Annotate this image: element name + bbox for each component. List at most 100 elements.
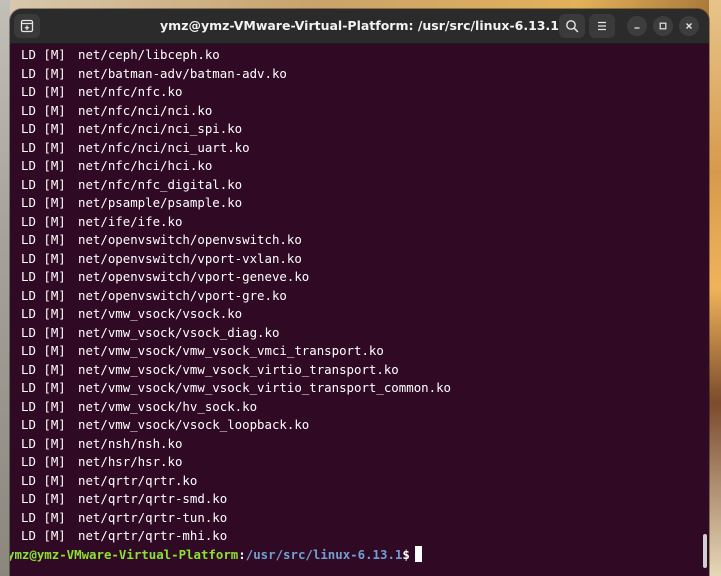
build-tag: LD [M]: [21, 250, 66, 266]
module-path: net/qrtr/qrtr.ko: [78, 472, 198, 488]
module-path: net/nfc/nci/nci_uart.ko: [78, 139, 250, 155]
terminal-line: LD [M] net/vmw_vsock/hv_sock.ko: [21, 398, 257, 416]
terminal-line: LD [M] net/vmw_vsock/vsock_diag.ko: [21, 324, 279, 342]
terminal-line: LD [M] net/nfc/nfc_digital.ko: [21, 176, 242, 194]
build-tag: LD [M]: [21, 158, 66, 173]
build-tag: LD [M]: [21, 121, 66, 136]
terminal-line: LD [M] net/vmw_vsock/vmw_vsock_vmci_trans…: [21, 342, 384, 360]
terminal-line: LD [M] net/openvswitch/vport-gre.ko: [21, 287, 287, 305]
module-path: net/qrtr/qrtr-mhi.ko: [78, 528, 228, 543]
minimize-icon: [634, 27, 640, 29]
build-tag: LD [M]: [21, 195, 66, 210]
minimize-button[interactable]: [627, 16, 647, 36]
scrollbar-thumb[interactable]: [703, 534, 707, 568]
module-path: net/hsr/hsr.ko: [78, 454, 183, 469]
build-tag: LD [M]: [21, 84, 66, 99]
search-button[interactable]: [559, 14, 585, 38]
terminal-line: LD [M] net/nfc/nci/nci_uart.ko: [21, 139, 250, 157]
module-path: net/nfc/nfc.ko: [78, 84, 183, 99]
hamburger-menu-icon: [598, 21, 606, 31]
terminal-line: LD [M] net/qrtr/qrtr-smd.ko: [21, 490, 227, 508]
prompt-user-host: ymz@ymz-VMware-Virtual-Platform: [10, 547, 239, 562]
terminal-line: LD [M] net/nfc/nci/nci_spi.ko: [21, 120, 242, 138]
build-tag: LD [M]: [21, 213, 66, 229]
maximize-button[interactable]: [653, 16, 673, 36]
module-path: net/psample/psample.ko: [78, 195, 243, 210]
terminal-line: LD [M] net/vmw_vsock/vmw_vsock_virtio_tra…: [21, 361, 399, 379]
build-tag: LD [M]: [21, 102, 66, 118]
build-tag: LD [M]: [21, 65, 66, 81]
module-path: net/openvswitch/openvswitch.ko: [78, 232, 302, 247]
terminal-line: LD [M] net/nsh/nsh.ko: [21, 435, 182, 453]
module-path: net/vmw_vsock/vsock.ko: [78, 306, 243, 321]
terminal-line: LD [M] net/batman-adv/batman-adv.ko: [21, 65, 287, 83]
build-tag: LD [M]: [21, 269, 66, 284]
desktop-wallpaper-left: [0, 0, 10, 576]
terminal-line: LD [M] net/vmw_vsock/vsock_loopback.ko: [21, 416, 309, 434]
module-path: net/qrtr/qrtr-smd.ko: [78, 491, 228, 506]
menu-button[interactable]: [589, 14, 615, 38]
terminal-line: LD [M] net/qrtr/qrtr-tun.ko: [21, 509, 227, 527]
terminal-line: LD [M] net/ceph/libceph.ko: [21, 46, 220, 64]
module-path: net/vmw_vsock/hv_sock.ko: [78, 398, 258, 414]
build-tag: LD [M]: [21, 343, 66, 358]
module-path: net/vmw_vsock/vsock_loopback.ko: [78, 417, 310, 432]
module-path: net/vmw_vsock/vmw_vsock_vmci_transport.k…: [78, 343, 384, 358]
close-button[interactable]: [679, 16, 699, 36]
terminal-line: LD [M] net/qrtr/qrtr.ko: [21, 472, 197, 490]
build-tag: LD [M]: [21, 435, 66, 451]
terminal-output[interactable]: LD [M] net/ceph/libceph.ko LD [M] net/batma…: [10, 44, 709, 576]
terminal-line: LD [M] net/ife/ife.ko: [21, 213, 182, 231]
module-path: net/openvswitch/vport-vxlan.ko: [78, 250, 302, 266]
close-icon: [686, 23, 692, 29]
build-tag: LD [M]: [21, 491, 66, 506]
build-tag: LD [M]: [21, 417, 66, 432]
terminal-line: LD [M] net/nfc/hci/hci.ko: [21, 157, 212, 175]
terminal-line: LD [M] net/vmw_vsock/vsock.ko: [21, 305, 242, 323]
terminal-line: LD [M] net/nfc/nci/nci.ko: [21, 102, 212, 120]
module-path: net/vmw_vsock/vsock_diag.ko: [78, 324, 280, 340]
module-path: net/ceph/libceph.ko: [78, 47, 220, 62]
module-path: net/nfc/nci/nci.ko: [78, 102, 213, 118]
build-tag: LD [M]: [21, 454, 66, 469]
desktop-wallpaper-right: [709, 0, 721, 576]
title-bar[interactable]: ymz@ymz-VMware-Virtual-Platform: /usr/sr…: [10, 9, 709, 44]
build-tag: LD [M]: [21, 509, 66, 525]
shell-prompt: ymz@ymz-VMware-Virtual-Platform:/usr/src…: [10, 546, 422, 564]
terminal-line: LD [M] net/openvswitch/openvswitch.ko: [21, 231, 302, 249]
terminal-line: LD [M] net/qrtr/qrtr-mhi.ko: [21, 527, 227, 545]
prompt-path: /usr/src/linux-6.13.1: [245, 547, 403, 562]
build-tag: LD [M]: [21, 528, 66, 543]
build-tag: LD [M]: [21, 472, 66, 488]
module-path: net/nfc/nci/nci_spi.ko: [78, 121, 243, 136]
terminal-line: LD [M] net/hsr/hsr.ko: [21, 453, 182, 471]
build-tag: LD [M]: [21, 361, 66, 377]
module-path: net/nfc/nfc_digital.ko: [78, 176, 243, 192]
build-tag: LD [M]: [21, 47, 66, 62]
module-path: net/nfc/hci/hci.ko: [78, 158, 213, 173]
build-tag: LD [M]: [21, 232, 66, 247]
module-path: net/qrtr/qrtr-tun.ko: [78, 509, 228, 525]
build-tag: LD [M]: [21, 287, 66, 303]
module-path: net/vmw_vsock/vmw_vsock_virtio_transport…: [78, 380, 451, 395]
terminal-line: LD [M] net/openvswitch/vport-vxlan.ko: [21, 250, 302, 268]
build-tag: LD [M]: [21, 324, 66, 340]
build-tag: LD [M]: [21, 139, 66, 155]
build-tag: LD [M]: [21, 398, 66, 414]
terminal-line: LD [M] net/openvswitch/vport-geneve.ko: [21, 268, 309, 286]
search-icon: [566, 20, 579, 33]
prompt-dollar: $: [402, 547, 410, 562]
module-path: net/openvswitch/vport-gre.ko: [78, 287, 287, 303]
terminal-line: LD [M] net/nfc/nfc.ko: [21, 83, 182, 101]
build-tag: LD [M]: [21, 306, 66, 321]
build-tag: LD [M]: [21, 176, 66, 192]
text-cursor: [414, 546, 422, 562]
terminal-line: LD [M] net/psample/psample.ko: [21, 194, 242, 212]
module-path: net/vmw_vsock/vmw_vsock_virtio_transport…: [78, 361, 399, 377]
terminal-window: ymz@ymz-VMware-Virtual-Platform: /usr/sr…: [10, 9, 709, 576]
module-path: net/batman-adv/batman-adv.ko: [78, 65, 287, 81]
module-path: net/nsh/nsh.ko: [78, 435, 183, 451]
terminal-line: LD [M] net/vmw_vsock/vmw_vsock_virtio_tra…: [21, 379, 451, 397]
prompt-colon: :: [238, 547, 246, 562]
module-path: net/ife/ife.ko: [78, 213, 183, 229]
